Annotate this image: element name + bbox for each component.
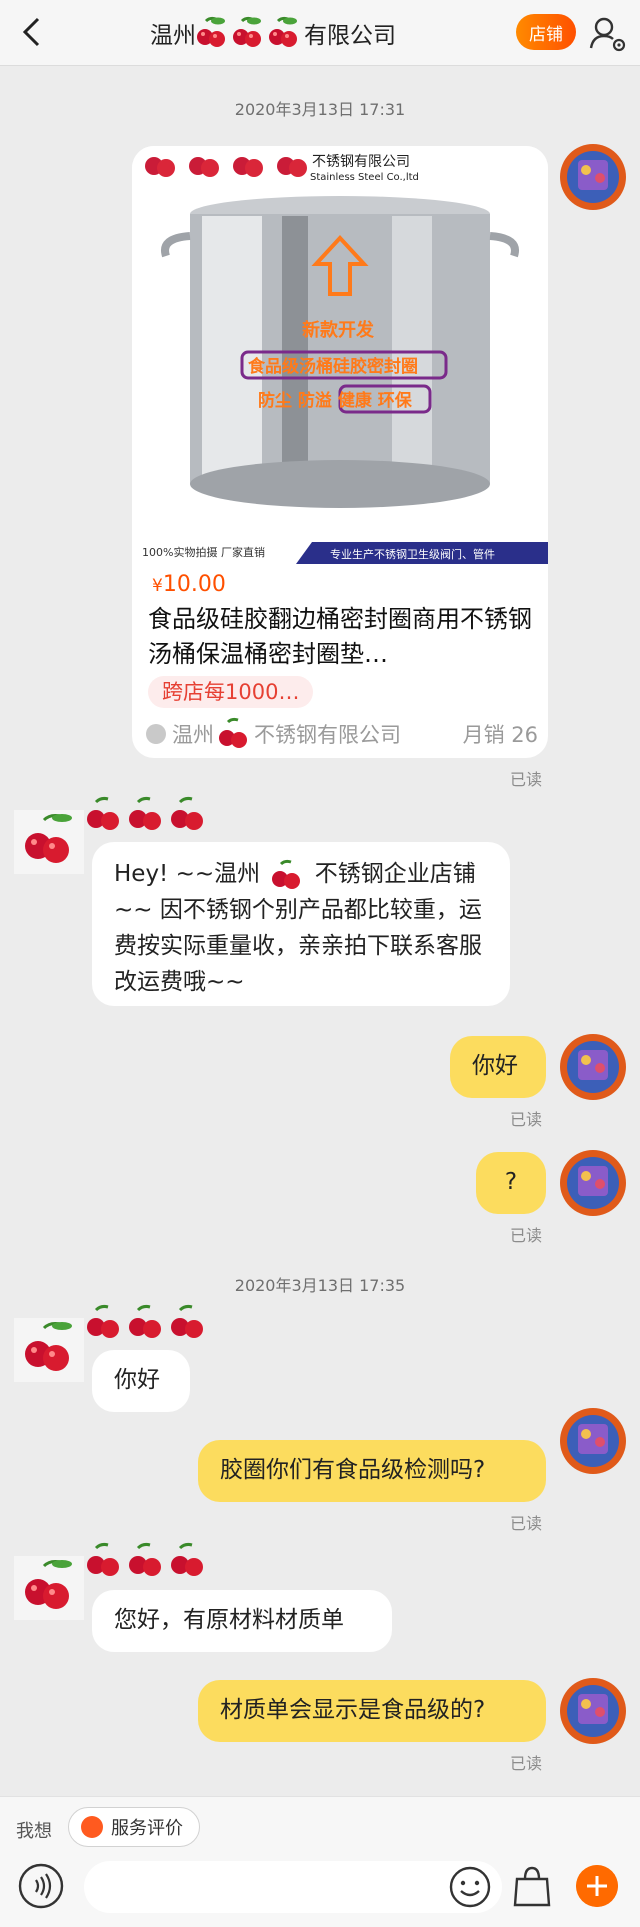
shop-small-icon xyxy=(146,724,166,744)
timestamp: 2020年3月13日 17:31 xyxy=(234,100,406,119)
input-bar: 我想 服务评价 xyxy=(0,1796,640,1927)
back-arrow-icon[interactable] xyxy=(14,14,50,50)
card-shop-suffix: 不锈钢有限公司 xyxy=(254,723,401,747)
my-avatar[interactable] xyxy=(558,1032,628,1102)
my-avatar[interactable] xyxy=(558,142,628,212)
image-bar-left-text: 100%实物拍摄 厂家直销 xyxy=(142,545,265,559)
image-line1-text: 新款开发 xyxy=(302,319,375,341)
price-currency: ¥ xyxy=(152,576,163,596)
image-bar-right-text: 专业生产不锈钢卫生级阀门、管件 xyxy=(330,547,495,561)
quick-reply-label: 我想 xyxy=(16,1821,52,1842)
service-rating-chip[interactable]: 服务评价 xyxy=(68,1807,200,1847)
image-line2-text: 食品级汤桶硅胶密封圈 xyxy=(248,356,418,377)
product-price: ¥10.00 xyxy=(152,572,226,597)
chat-title: 温州 有限公司 xyxy=(150,14,490,52)
my-avatar[interactable] xyxy=(558,1676,628,1746)
image-brand-text: 不锈钢有限公司 xyxy=(312,154,410,170)
my-message-bubble: 你好 xyxy=(450,1036,546,1098)
message-input[interactable] xyxy=(84,1861,502,1913)
shop-button[interactable]: 店铺 xyxy=(516,14,576,50)
product-card-footer[interactable]: 温州 不锈钢有限公司 月销 26 xyxy=(146,716,538,752)
price-value: 10.00 xyxy=(162,572,226,597)
shop-name-cherries xyxy=(86,1304,205,1340)
voice-input-icon[interactable] xyxy=(18,1863,64,1909)
shop-avatar[interactable] xyxy=(14,810,84,874)
product-title[interactable]: 食品级硅胶翻边桶密封圈商用不锈钢汤桶保温桶密封圈垫… xyxy=(148,602,538,672)
rating-icon xyxy=(81,1816,103,1838)
read-receipt: 已读 xyxy=(510,1754,543,1773)
shop-message-bubble: 你好 xyxy=(92,1350,190,1412)
user-settings-icon[interactable] xyxy=(588,14,628,54)
my-message-bubble: ? xyxy=(476,1152,546,1214)
read-receipt: 已读 xyxy=(510,1226,543,1245)
quick-chip-label: 服务评价 xyxy=(111,1818,183,1839)
read-receipt: 已读 xyxy=(510,1514,543,1533)
read-receipt: 已读 xyxy=(510,1110,543,1129)
my-avatar[interactable] xyxy=(558,1148,628,1218)
shop-avatar[interactable] xyxy=(14,1556,84,1620)
image-brand-en-text: Stainless Steel Co.,ltd xyxy=(310,172,419,183)
shop-name-cherries xyxy=(87,796,205,832)
shop-welcome-bubble: Hey! ~~温州 不锈钢企业店铺~~ 因不锈钢个别产品都比较重，运费按实际重量… xyxy=(92,842,510,1006)
product-image[interactable]: 不锈钢有限公司 Stainless Steel Co.,ltd 新款开发 食品级… xyxy=(132,146,548,564)
plus-icon[interactable] xyxy=(576,1865,618,1907)
my-avatar[interactable] xyxy=(558,1406,628,1476)
title-prefix: 温州 xyxy=(150,23,196,49)
product-card[interactable]: 不锈钢有限公司 Stainless Steel Co.,ltd 新款开发 食品级… xyxy=(132,146,548,758)
card-shop-prefix: 温州 xyxy=(172,723,214,747)
my-message-bubble: 胶圈你们有食品级检测吗? xyxy=(198,1440,546,1502)
shop-name-cherries xyxy=(86,1542,205,1578)
cherry-emoji-icon xyxy=(219,717,247,748)
image-line3-text: 防尘 防溢 健康 环保 xyxy=(258,390,413,411)
timestamp: 2020年3月13日 17:35 xyxy=(234,1276,406,1295)
cherry-emoji-icon xyxy=(272,859,301,889)
title-suffix: 有限公司 xyxy=(304,23,396,49)
shopping-bag-icon[interactable] xyxy=(510,1863,554,1909)
promo-badge: 跨店每1000… xyxy=(148,676,314,708)
chat-header: 温州 有限公司 店铺 xyxy=(0,0,640,66)
cherry-emoji-icon xyxy=(197,16,299,49)
shop-message-bubble: 您好，有原材料材质单 xyxy=(92,1590,392,1652)
welcome-text-a: Hey! ~~温州 xyxy=(114,861,261,887)
my-message-bubble: 材质单会显示是食品级的? xyxy=(198,1680,546,1742)
read-receipt: 已读 xyxy=(510,770,543,789)
monthly-sales: 月销 26 xyxy=(462,723,538,747)
emoji-icon[interactable] xyxy=(448,1865,492,1909)
shop-avatar[interactable] xyxy=(14,1318,84,1382)
